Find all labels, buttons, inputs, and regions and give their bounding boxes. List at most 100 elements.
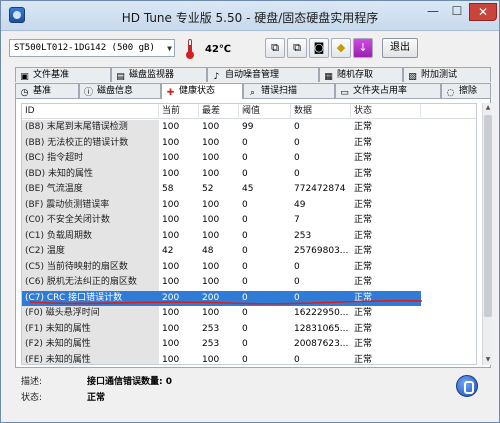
drive-select-value: ST500LT012-1DG142 (500 gB) [14, 43, 155, 53]
table-cell: 0 [294, 137, 300, 148]
table-row[interactable]: (F2) 未知的属性 100 253 0 20087623... 正常 [22, 337, 476, 353]
table-row[interactable]: (B8) 末尾到末尾错误检测 100 100 99 0 正常 [22, 120, 476, 136]
table-cell: 100 [162, 215, 180, 225]
close-button[interactable]: ✕ [469, 3, 497, 21]
table-row[interactable]: (F1) 未知的属性 100 253 0 12831065... 正常 [22, 321, 476, 337]
tab-label: 文件夹占用率 [353, 86, 408, 96]
tab-disk-monitor[interactable]: ▤ 磁盘监视器 [111, 67, 207, 82]
table-row[interactable]: (BD) 未知的属性 100 100 0 0 正常 [22, 166, 476, 182]
table-cell: 0 [242, 230, 248, 241]
table-cell: 0 [242, 153, 248, 163]
table-row[interactable]: (C2) 温度 42 48 0 25769803... 正常 [22, 244, 476, 260]
column-header-current[interactable]: 当前 [159, 104, 199, 119]
tab-label: 磁盘信息 [97, 86, 134, 96]
tab-health[interactable]: ✚ 健康状态 [161, 83, 243, 99]
table-cell: (F0) 磁头悬浮时间 [22, 306, 159, 322]
exit-button[interactable]: 退出 [382, 38, 418, 58]
table-cell: 100 [162, 354, 180, 365]
table-row[interactable]: (BF) 震动侦测错误率 100 100 0 49 正常 [22, 197, 476, 213]
tab-error-scan[interactable]: ⌕ 错误扫描 [243, 83, 335, 98]
table-cell: (C0) 不安全关闭计数 [22, 213, 159, 229]
tab-label: 自动噪音管理 [225, 70, 280, 80]
smart-table[interactable]: ID 当前 最差 阈值 数据 状态 (B8) 末尾到末尾错误检测 100 100 99… [21, 103, 477, 365]
table-cell: (BE) 气流温度 [22, 182, 159, 198]
scroll-up-icon[interactable]: ▲ [483, 103, 493, 113]
drive-select[interactable]: ST500LT012-1DG142 (500 gB) ▼ [9, 39, 175, 57]
table-row[interactable]: (C0) 不安全关闭计数 100 100 0 7 正常 [22, 213, 476, 229]
random-access-icon: ▦ [324, 72, 333, 82]
table-row[interactable]: (BB) 无法校正的错误计数 100 100 0 0 正常 [22, 135, 476, 151]
table-cell: (BB) 无法校正的错误计数 [22, 135, 159, 151]
scrollbar-thumb[interactable] [484, 115, 492, 317]
erase-icon: ◌ [446, 88, 455, 98]
copy-all-button[interactable]: ⧉ [287, 38, 307, 58]
table-cell: 20087623... [294, 339, 349, 349]
save-icon: ◆ [336, 41, 346, 54]
table-cell: 253 [294, 230, 312, 241]
table-cell: (C1) 负载周期数 [22, 228, 159, 244]
help-icon[interactable] [456, 375, 478, 397]
tab-benchmark[interactable]: ◷ 基准 [15, 83, 79, 98]
table-cell: (C2) 温度 [22, 244, 159, 260]
table-cell: 100 [202, 308, 220, 318]
health-icon: ✚ [166, 88, 175, 98]
maximize-button[interactable]: ☐ [445, 3, 469, 21]
vertical-scrollbar[interactable]: ▲ ▼ [482, 103, 492, 365]
table-cell: (FE) 未知的属性 [22, 352, 159, 364]
table-row[interactable]: (FE) 未知的属性 100 100 0 0 正常 [22, 352, 476, 365]
chevron-down-icon[interactable]: ▼ [167, 41, 172, 57]
table-cell: 正常 [354, 277, 373, 287]
description-value: 接口通信错误数量: 0 [87, 377, 172, 387]
table-row[interactable]: (BC) 指令超时 100 100 0 0 正常 [22, 151, 476, 167]
tab-extra-tests[interactable]: ▧ 附加测试 [403, 67, 491, 82]
download-icon: ↓ [358, 41, 368, 54]
table-row[interactable]: (C5) 当前待映射的扇区数 100 100 0 0 正常 [22, 259, 476, 275]
table-cell: 正常 [354, 261, 373, 272]
column-header-threshold[interactable]: 阈值 [239, 104, 291, 119]
table-cell: 100 [202, 354, 220, 365]
tab-disk-info[interactable]: ⓘ 磁盘信息 [79, 83, 161, 98]
tab-noise-management[interactable]: ♪ 自动噪音管理 [207, 67, 319, 82]
table-cell: 100 [162, 153, 180, 163]
tab-erase[interactable]: ◌ 擦除 [441, 83, 491, 98]
tab-label: 随机存取 [337, 70, 374, 80]
table-cell: 0 [242, 137, 248, 148]
tab-random-access[interactable]: ▦ 随机存取 [319, 67, 403, 82]
table-cell: 253 [202, 323, 220, 334]
save-button[interactable]: ◆ [331, 38, 351, 58]
column-header-id[interactable]: ID [22, 104, 159, 119]
table-cell: 7 [294, 215, 300, 225]
camera-icon: ◙ [313, 41, 325, 54]
copy-text-button[interactable]: ⧉ [265, 38, 285, 58]
screenshot-button[interactable]: ◙ [309, 38, 329, 58]
table-row[interactable]: (C1) 负载周期数 100 100 0 253 正常 [22, 228, 476, 244]
table-cell: 正常 [354, 122, 373, 132]
column-header-status[interactable]: 状态 [351, 104, 421, 119]
table-cell: (F2) 未知的属性 [22, 337, 159, 353]
table-cell: 49 [294, 199, 306, 210]
table-cell: 772472874 [294, 184, 346, 194]
tab-file-benchmark[interactable]: ▣ 文件基准 [15, 67, 111, 82]
disk-info-icon: ⓘ [83, 88, 93, 98]
description-label: 描述: [21, 377, 43, 387]
table-cell: 100 [202, 230, 220, 241]
column-header-data[interactable]: 数据 [291, 104, 351, 119]
table-cell: 正常 [354, 246, 373, 256]
tab-row-2: ◷ 基准 ⓘ 磁盘信息 ✚ 健康状态 ⌕ 错误扫描 ▭ 文件夹占用率 ◌ 擦除 [15, 83, 491, 99]
file-benchmark-icon: ▣ [20, 72, 29, 82]
table-row[interactable]: (C6) 脱机无法纠正的扇区数 100 100 0 0 正常 [22, 275, 476, 291]
table-row[interactable]: (BE) 气流温度 58 52 45 772472874 正常 [22, 182, 476, 198]
download-button[interactable]: ↓ [353, 38, 373, 58]
minimize-button[interactable]: — [421, 3, 445, 21]
table-row[interactable]: (F0) 磁头悬浮时间 100 100 0 16222950... 正常 [22, 306, 476, 322]
table-cell: 0 [294, 168, 300, 179]
table-cell: 0 [242, 168, 248, 179]
column-header-worst[interactable]: 最差 [199, 104, 239, 119]
table-cell: 48 [202, 246, 214, 256]
tab-folder-usage[interactable]: ▭ 文件夹占用率 [335, 83, 441, 98]
table-cell: 100 [162, 323, 180, 334]
scroll-down-icon[interactable]: ▼ [483, 355, 493, 365]
info-panel: 描述: 接口通信错误数量: 0 状态: 正常 [15, 370, 491, 418]
table-cell: 正常 [354, 215, 373, 225]
temperature-readout: 42℃ [205, 44, 232, 55]
